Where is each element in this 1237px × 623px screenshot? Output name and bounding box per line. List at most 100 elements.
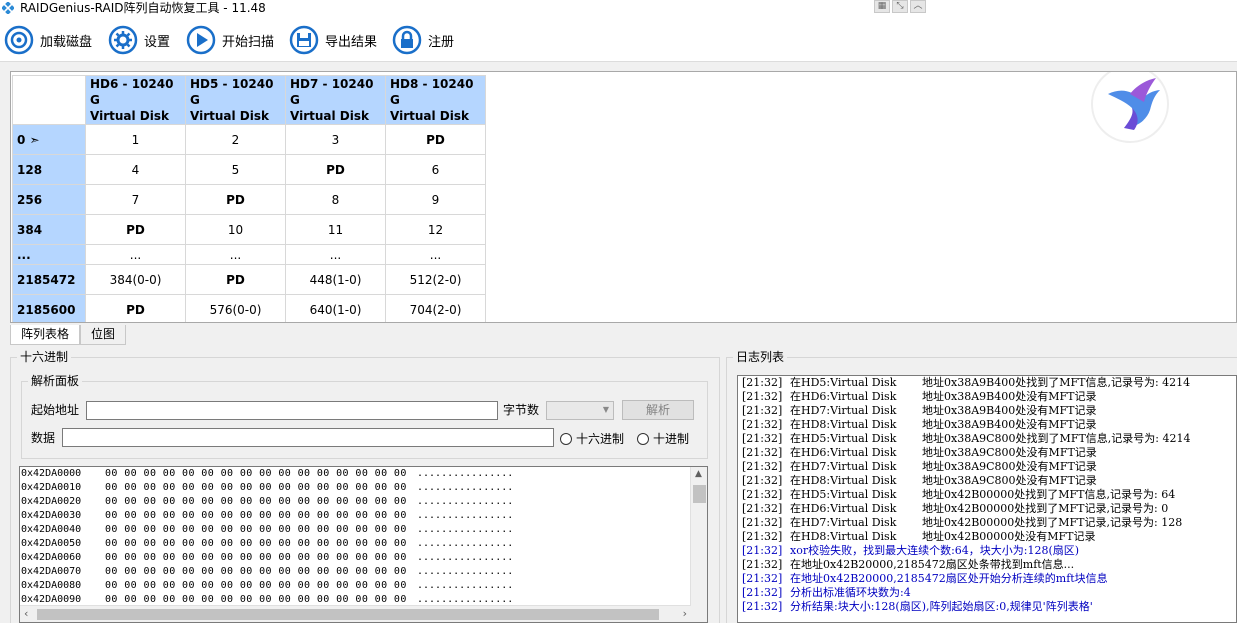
table-row[interactable]: ............... (12, 244, 486, 265)
row-header[interactable]: 0 ➣ (12, 124, 86, 155)
table-cell[interactable]: ... (185, 244, 286, 265)
row-header[interactable]: 2185600 (12, 294, 86, 322)
hex-horizontal-scrollbar[interactable]: ‹ › (20, 605, 691, 622)
table-cell[interactable]: 8 (285, 184, 386, 215)
table-cell[interactable]: 11 (285, 214, 386, 245)
scroll-right-icon[interactable]: › (683, 607, 687, 620)
log-message: 地址0x38A9B400处没有MFT记录 (922, 390, 1097, 403)
hex-bytes: 00 00 00 00 00 00 00 00 00 00 00 00 00 0… (105, 468, 407, 479)
start-address-input[interactable] (86, 401, 498, 420)
table-cell[interactable]: ... (285, 244, 386, 265)
scroll-thumb[interactable] (693, 485, 706, 503)
log-message: 地址0x38A9C800处没有MFT记录 (922, 446, 1097, 459)
log-timestamp: [21:32] (742, 418, 783, 431)
radio-hex[interactable]: 十六进制 (560, 430, 624, 447)
table-cell[interactable]: 4 (85, 154, 186, 185)
table-cell[interactable]: 10 (185, 214, 286, 245)
hex-group-title: 十六进制 (17, 349, 72, 365)
table-row[interactable]: 128 4 5 PD 6 (12, 154, 486, 185)
table-cell[interactable]: ... (385, 244, 486, 265)
settings-button[interactable]: 设置 (108, 24, 170, 56)
bytes-count-select[interactable]: ▼ (546, 401, 614, 420)
table-cell[interactable]: 5 (185, 154, 286, 185)
parse-button[interactable]: 解析 (622, 400, 694, 420)
hex-vertical-scrollbar[interactable]: ▲ (690, 467, 707, 622)
table-cell[interactable]: 6 (385, 154, 486, 185)
chevron-down-icon: ▼ (602, 405, 609, 414)
scroll-up-icon[interactable]: ▲ (695, 469, 702, 479)
load-disk-button[interactable]: 加载磁盘 (4, 24, 92, 56)
column-header-hd6[interactable]: HD6 - 10240 G Virtual Disk (85, 75, 186, 125)
data-input[interactable] (62, 428, 554, 447)
table-cell[interactable]: 512(2-0) (385, 264, 486, 295)
hex-addr: 0x42DA0020 (21, 496, 82, 507)
table-cell[interactable]: 576(0-0) (185, 294, 286, 322)
table-cell[interactable]: 448(1-0) (285, 264, 386, 295)
table-row[interactable]: 2185472 384(0-0) PD 448(1-0) 512(2-0) (12, 264, 486, 295)
table-cell[interactable]: 1 (85, 124, 186, 155)
row-header[interactable]: 128 (12, 154, 86, 185)
hex-view[interactable]: 0x42DA0000 00 00 00 00 00 00 00 00 00 00 … (19, 466, 708, 623)
table-cell[interactable]: 704(2-0) (385, 294, 486, 322)
hex-ascii: ................ (417, 468, 514, 479)
log-disk: 在地址0x42B20000,2185472扇区处条带找到mft信息... (790, 558, 1075, 571)
log-timestamp: [21:32] (742, 488, 783, 501)
row-header[interactable]: 384 (12, 214, 86, 245)
register-button[interactable]: 注册 (392, 24, 454, 56)
scroll-left-icon[interactable]: ‹ (24, 607, 28, 620)
table-cell[interactable]: PD (85, 214, 186, 245)
table-row[interactable]: 256 7 PD 8 9 (12, 184, 486, 215)
restore-icon[interactable]: ⤡ (892, 0, 908, 13)
tab-array-table[interactable]: 阵列表格 (10, 325, 81, 345)
table-row[interactable]: 2185600 PD 576(0-0) 640(1-0) 704(2-0) (12, 294, 486, 322)
log-disk: 在HD8:Virtual Disk (790, 418, 897, 431)
table-cell[interactable]: 2 (185, 124, 286, 155)
table-cell[interactable]: ... (85, 244, 186, 265)
disk-icon (4, 25, 34, 55)
log-timestamp: [21:32] (742, 600, 783, 613)
save-icon (289, 25, 319, 55)
log-list[interactable]: [21:32] 在HD5:Virtual Disk 地址0x38A9B400处找到了… (737, 375, 1237, 623)
log-timestamp: [21:32] (742, 572, 783, 585)
table-cell[interactable]: 384(0-0) (85, 264, 186, 295)
table-cell[interactable]: 3 (285, 124, 386, 155)
row-header[interactable]: 2185472 (12, 264, 86, 295)
table-cell[interactable]: 9 (385, 184, 486, 215)
hex-ascii: ................ (417, 482, 514, 493)
hex-addr: 0x42DA0080 (21, 580, 82, 591)
table-row[interactable]: 0 ➣ 1 2 3 PD (12, 124, 486, 155)
hex-ascii: ................ (417, 580, 514, 591)
start-scan-button[interactable]: 开始扫描 (186, 24, 274, 56)
row-header[interactable]: ... (12, 244, 86, 265)
table-cell[interactable]: PD (85, 294, 186, 322)
radio-dec[interactable]: 十进制 (637, 430, 689, 447)
hex-addr: 0x42DA0060 (21, 552, 82, 563)
log-disk: 分析结果:块大小:128(扇区),阵列起始扇区:0,规律见'阵列表格' (790, 600, 1093, 613)
table-cell[interactable]: PD (285, 154, 386, 185)
table-row[interactable]: 384 PD 10 11 12 (12, 214, 486, 245)
log-disk: 在地址0x42B20000,2185472扇区处开始分析连续的mft块信息 (790, 572, 1108, 585)
column-header-hd8[interactable]: HD8 - 10240 G Virtual Disk (385, 75, 486, 125)
collapse-icon[interactable]: ︿ (910, 0, 926, 13)
log-disk: 在HD7:Virtual Disk (790, 516, 897, 529)
table-cell[interactable]: 7 (85, 184, 186, 215)
column-header-hd5[interactable]: HD5 - 10240 G Virtual Disk (185, 75, 286, 125)
tab-bitmap[interactable]: 位图 (80, 325, 127, 345)
grid-icon[interactable]: ▦ (874, 0, 890, 13)
table-cell[interactable]: PD (385, 124, 486, 155)
export-button[interactable]: 导出结果 (289, 24, 377, 56)
table-cell[interactable]: 12 (385, 214, 486, 245)
table-cell[interactable]: 640(1-0) (285, 294, 386, 322)
table-cell[interactable]: PD (185, 264, 286, 295)
log-disk: 在HD7:Virtual Disk (790, 404, 897, 417)
hex-ascii: ................ (417, 538, 514, 549)
hex-bytes: 00 00 00 00 00 00 00 00 00 00 00 00 00 0… (105, 482, 407, 493)
log-timestamp: [21:32] (742, 376, 783, 389)
column-header-hd7[interactable]: HD7 - 10240 G Virtual Disk (285, 75, 386, 125)
scroll-thumb[interactable] (37, 609, 659, 620)
column-header-line1: HD7 - 10240 G (290, 77, 374, 107)
table-cell[interactable]: PD (185, 184, 286, 215)
log-message: 地址0x42B00000处没有MFT记录 (922, 530, 1096, 543)
hex-ascii: ................ (417, 524, 514, 535)
row-header[interactable]: 256 (12, 184, 86, 215)
